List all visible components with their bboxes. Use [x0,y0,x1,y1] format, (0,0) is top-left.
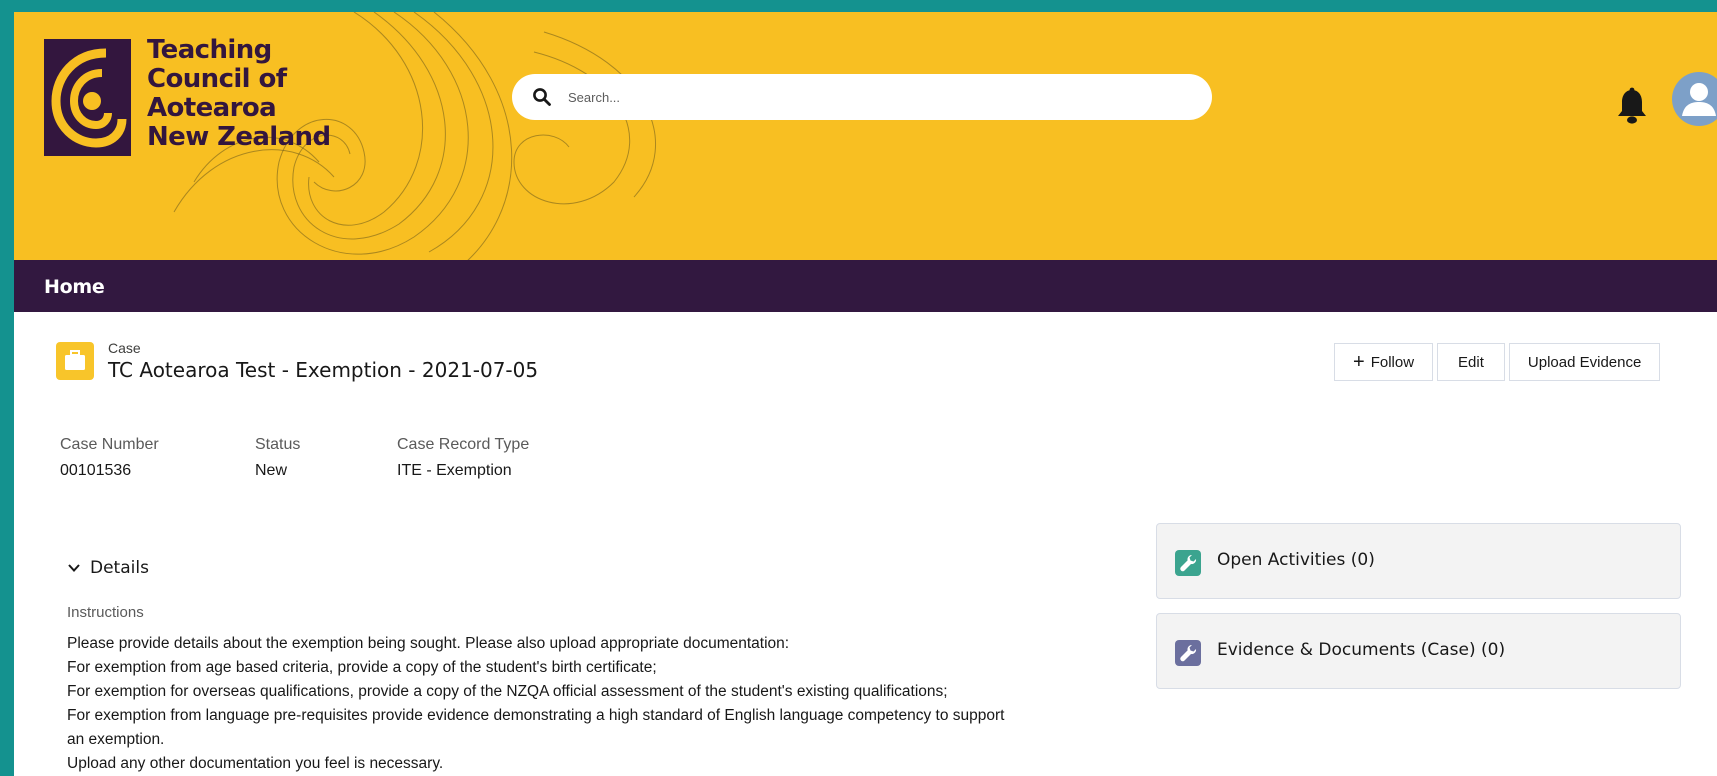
field-value: ITE - Exemption [397,462,512,479]
case-number-field: Case Number 00101536 [60,436,159,480]
search-input[interactable] [568,84,1168,110]
navigation-bar: Home [14,260,1717,312]
council-logo-icon [44,39,131,156]
field-label: Status [255,436,301,453]
wrench-icon [1175,550,1201,576]
org-name-line: Aotearoa [147,93,277,123]
notifications-bell-icon[interactable] [1614,86,1650,126]
organisation-name: Teaching Council of Aotearoa New Zealand [147,35,331,152]
details-section-title: Details [90,558,149,578]
field-value: 00101536 [60,462,132,479]
follow-button-label: Follow [1370,353,1415,371]
global-search[interactable] [512,74,1212,120]
field-label: Case Record Type [397,436,530,453]
instructions-line: Please provide details about the exempti… [67,635,790,652]
app-frame: Teaching Council of Aotearoa New Zealand [0,0,1717,776]
user-avatar[interactable] [1672,72,1717,126]
details-section-toggle[interactable]: Details [66,558,149,578]
edit-button-label: Edit [1458,353,1484,371]
org-name-line: Council of [147,64,287,94]
follow-button[interactable]: + Follow [1334,343,1434,381]
site-header: Teaching Council of Aotearoa New Zealand [14,12,1717,260]
nav-home-link[interactable]: Home [44,276,105,298]
chevron-down-icon [68,564,80,572]
upload-evidence-button-label: Upload Evidence [1527,353,1642,371]
instructions-text: Please provide details about the exempti… [67,632,1107,776]
evidence-documents-card[interactable]: Evidence & Documents (Case) (0) [1156,613,1681,689]
instructions-line: For exemption from age based criteria, p… [67,659,657,676]
case-record-icon [56,342,94,380]
case-record-type-field: Case Record Type ITE - Exemption [397,436,529,480]
instructions-line: Upload any other documentation you feel … [67,755,444,772]
instructions-line: For exemption for overseas qualification… [67,683,948,700]
card-title[interactable]: Evidence & Documents (Case) (0) [1217,640,1505,660]
instructions-label: Instructions [67,604,144,621]
instructions-line: an exemption. [67,731,165,748]
status-field: Status New [255,436,300,480]
field-label: Case Number [60,436,159,453]
object-type-label: Case [108,340,141,356]
edit-button[interactable]: Edit [1437,343,1505,381]
org-name-line: New Zealand [147,122,331,152]
open-activities-card[interactable]: Open Activities (0) [1156,523,1681,599]
record-title: TC Aotearoa Test - Exemption - 2021-07-0… [108,358,539,382]
search-icon [533,88,551,106]
org-name-line: Teaching [147,35,272,65]
plus-icon: + [1353,351,1365,373]
wrench-icon [1175,640,1201,666]
card-title[interactable]: Open Activities (0) [1217,550,1375,570]
upload-evidence-button[interactable]: Upload Evidence [1508,343,1661,381]
briefcase-icon [65,350,85,370]
field-value: New [255,462,288,479]
record-actions: + Follow Edit Upload Evidence [1334,343,1661,381]
user-icon [1682,83,1716,116]
instructions-line: For exemption from language pre-requisit… [67,707,1005,724]
